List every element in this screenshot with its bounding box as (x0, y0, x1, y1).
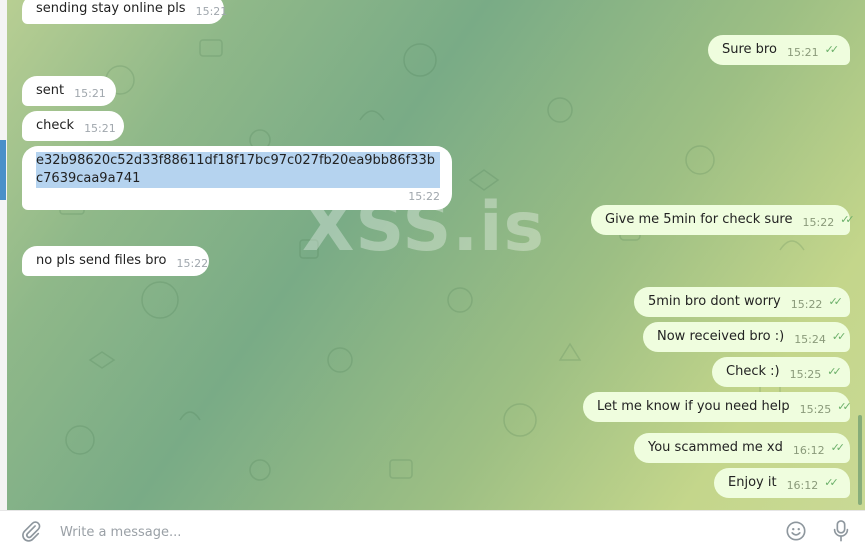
double-check-icon: ✓✓ (831, 330, 847, 343)
message-bubble-outgoing[interactable]: Check :) 15:25 ✓✓ (712, 357, 850, 387)
message-text: no pls send files bro (36, 253, 167, 268)
message-text: sending stay online pls (36, 1, 186, 16)
message-text: Sure bro (722, 42, 777, 57)
message-bubble-outgoing[interactable]: Let me know if you need help 15:25 ✓✓ (583, 392, 852, 422)
double-check-icon: ✓✓ (828, 295, 843, 308)
chat-scrollbar[interactable] (858, 415, 862, 505)
double-check-icon: ✓✓ (840, 213, 855, 226)
paperclip-icon[interactable] (20, 520, 42, 542)
message-bubble-outgoing[interactable]: Give me 5min for check sure 15:22 ✓✓ (591, 205, 855, 235)
message-text: Check :) (726, 364, 780, 379)
chat-area: XSS.is sending stay online pls 15:21 Sure… (0, 0, 865, 510)
message-bubble-outgoing[interactable]: You scammed me xd 16:12 ✓✓ (634, 433, 850, 463)
message-composer (0, 510, 865, 550)
message-text-selected: e32b98620c52d33f88611df18f17bc97c027fb20… (36, 152, 440, 188)
double-check-icon: ✓✓ (824, 43, 840, 56)
double-check-icon: ✓✓ (837, 400, 852, 413)
message-bubble-incoming[interactable]: no pls send files bro 15:22 (22, 246, 209, 276)
message-bubble-incoming[interactable]: sent 15:21 (22, 76, 116, 106)
double-check-icon: ✓✓ (824, 476, 839, 489)
message-text: Give me 5min for check sure (605, 212, 793, 227)
message-bubble-outgoing[interactable]: 5min bro dont worry 15:22 ✓✓ (634, 287, 850, 317)
message-time: 15:24 (794, 333, 826, 346)
left-panel-marker (0, 140, 6, 200)
message-input[interactable] (58, 520, 702, 544)
message-time: 15:25 (799, 403, 832, 416)
message-text: You scammed me xd (648, 440, 783, 455)
message-text: check (36, 118, 75, 133)
message-text: 5min bro dont worry (648, 294, 781, 309)
emoji-icon[interactable] (785, 520, 807, 542)
message-time: 15:22 (408, 190, 440, 203)
message-bubble-incoming[interactable]: check 15:21 (22, 111, 124, 141)
message-time: 15:22 (802, 216, 835, 229)
message-bubble-incoming[interactable]: e32b98620c52d33f88611df18f17bc97c027fb20… (22, 146, 452, 210)
message-bubble-outgoing[interactable]: Now received bro :) 15:24 ✓✓ (643, 322, 850, 352)
message-bubble-outgoing[interactable]: Enjoy it 16:12 ✓✓ (714, 468, 850, 498)
message-time: 15:22 (176, 257, 209, 270)
left-panel-edge (0, 0, 7, 510)
message-text: sent (36, 83, 65, 98)
message-bubble-incoming[interactable]: sending stay online pls 15:21 (22, 0, 227, 24)
microphone-icon[interactable] (830, 519, 852, 543)
message-time: 15:25 (789, 368, 822, 381)
double-check-icon: ✓✓ (827, 365, 842, 378)
message-time: 16:12 (792, 444, 825, 457)
message-time: 15:21 (74, 87, 106, 100)
message-time: 15:21 (84, 122, 116, 135)
message-text: Now received bro :) (657, 329, 785, 344)
message-time: 15:21 (195, 5, 228, 18)
message-bubble-outgoing[interactable]: Sure bro 15:21 ✓✓ (708, 35, 850, 65)
message-time: 16:12 (786, 479, 819, 492)
message-time: 15:21 (786, 46, 819, 59)
message-text: Let me know if you need help (597, 399, 790, 414)
message-text: Enjoy it (728, 475, 777, 490)
double-check-icon: ✓✓ (830, 441, 846, 454)
message-time: 15:22 (790, 298, 823, 311)
